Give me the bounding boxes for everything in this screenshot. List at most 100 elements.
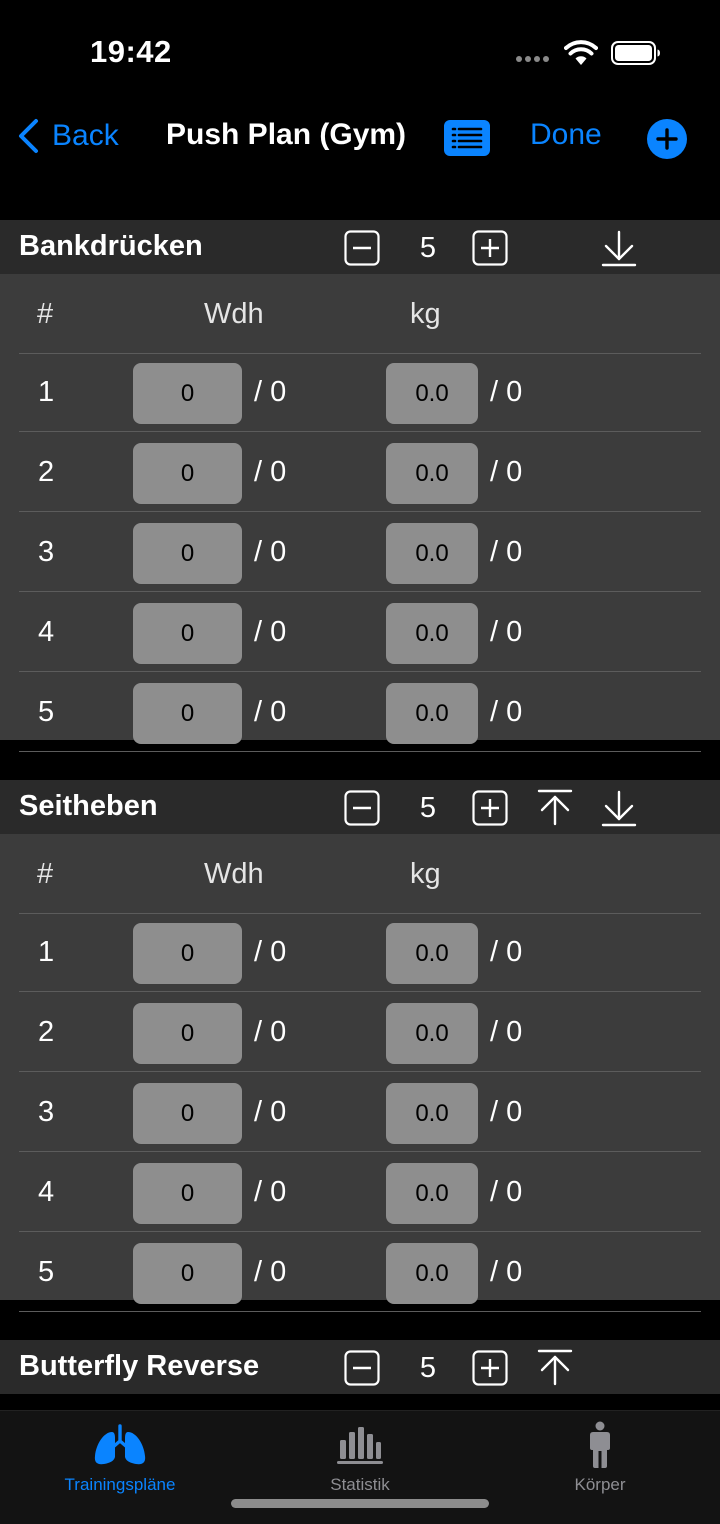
tab-koerper[interactable]: Körper — [480, 1411, 720, 1501]
decrease-sets-button[interactable] — [344, 790, 380, 826]
increase-sets-button[interactable] — [472, 790, 508, 826]
list-view-button[interactable] — [444, 120, 490, 156]
status-time: 19:42 — [90, 34, 172, 69]
move-down-button[interactable] — [600, 228, 638, 268]
set-number: 4 — [38, 1176, 55, 1208]
reps-target: / 0 — [254, 616, 287, 648]
weight-target: / 0 — [490, 1096, 523, 1128]
weight-target: / 0 — [490, 1016, 523, 1048]
column-header-reps: Wdh — [204, 858, 264, 890]
tab-statistik[interactable]: Statistik — [240, 1411, 480, 1501]
tab-trainingsplaene[interactable]: Trainingspläne — [0, 1411, 240, 1501]
cellular-signal-icon — [516, 56, 549, 62]
weight-input[interactable]: 0.0 — [386, 523, 478, 584]
done-button[interactable]: Done — [530, 118, 602, 152]
table-row: 4 0 / 0 0.0 / 0 — [19, 1152, 701, 1232]
reps-input[interactable]: 0 — [133, 363, 242, 424]
reps-target: / 0 — [254, 1016, 287, 1048]
reps-target: / 0 — [254, 1096, 287, 1128]
set-number: 1 — [38, 376, 55, 408]
weight-target: / 0 — [490, 1256, 523, 1288]
set-number: 2 — [38, 1016, 55, 1048]
exercise-name: Seitheben — [19, 790, 158, 822]
lungs-icon — [94, 1424, 146, 1465]
arrow-down-to-line-icon — [601, 230, 637, 267]
exercise-header: Butterfly Reverse 5 — [0, 1340, 720, 1394]
arrow-down-to-line-icon — [601, 790, 637, 827]
column-header-number: # — [37, 858, 54, 890]
weight-target: / 0 — [490, 536, 523, 568]
weight-target: / 0 — [490, 1176, 523, 1208]
wifi-icon — [564, 40, 598, 65]
home-indicator — [231, 1499, 489, 1508]
minus-square-icon — [344, 790, 380, 826]
exercise-header: Seitheben 5 — [0, 780, 720, 834]
sets-table: # Wdh kg 1 0 / 0 0.0 / 0 2 0 / 0 0.0 / 0… — [0, 274, 720, 752]
back-label: Back — [52, 119, 119, 152]
table-row: 5 0 / 0 0.0 / 0 — [19, 1232, 701, 1312]
decrease-sets-button[interactable] — [344, 1350, 380, 1386]
weight-target: / 0 — [490, 936, 523, 968]
navigation-bar: Back Push Plan (Gym) Done — [0, 100, 720, 180]
move-down-button[interactable] — [600, 788, 638, 828]
weight-input[interactable]: 0.0 — [386, 1083, 478, 1144]
reps-input[interactable]: 0 — [133, 603, 242, 664]
weight-input[interactable]: 0.0 — [386, 1003, 478, 1064]
weight-input[interactable]: 0.0 — [386, 443, 478, 504]
reps-target: / 0 — [254, 936, 287, 968]
minus-square-icon — [344, 230, 380, 266]
reps-input[interactable]: 0 — [133, 683, 242, 744]
exercise-card: Butterfly Reverse 5 — [0, 1340, 720, 1394]
table-row: 2 0 / 0 0.0 / 0 — [19, 992, 701, 1072]
bar-chart-icon — [337, 1427, 383, 1464]
set-count: 5 — [419, 1352, 437, 1384]
weight-input[interactable]: 0.0 — [386, 363, 478, 424]
reps-target: / 0 — [254, 1176, 287, 1208]
plus-square-icon — [472, 1350, 508, 1386]
person-icon — [590, 1421, 610, 1468]
exercise-list[interactable]: Bankdrücken 5 # Wdh kg 1 0 / 0 0.0 / 0 2… — [0, 180, 720, 1410]
reps-input[interactable]: 0 — [133, 1003, 242, 1064]
weight-target: / 0 — [490, 376, 523, 408]
reps-input[interactable]: 0 — [133, 523, 242, 584]
decrease-sets-button[interactable] — [344, 230, 380, 266]
sets-table: # Wdh kg 1 0 / 0 0.0 / 0 2 0 / 0 0.0 / 0… — [0, 834, 720, 1312]
reps-input[interactable]: 0 — [133, 1083, 242, 1144]
increase-sets-button[interactable] — [472, 230, 508, 266]
column-header-kg: kg — [410, 298, 441, 330]
exercise-card: Seitheben 5 # Wdh kg 1 0 / 0 0.0 / 0 2 0… — [0, 780, 720, 1312]
chevron-left-icon — [19, 119, 38, 153]
reps-input[interactable]: 0 — [133, 1163, 242, 1224]
table-row: 5 0 / 0 0.0 / 0 — [19, 672, 701, 752]
reps-target: / 0 — [254, 376, 287, 408]
set-number: 2 — [38, 456, 55, 488]
plus-square-icon — [472, 230, 508, 266]
table-row: 1 0 / 0 0.0 / 0 — [19, 912, 701, 992]
table-row: 4 0 / 0 0.0 / 0 — [19, 592, 701, 672]
weight-input[interactable]: 0.0 — [386, 683, 478, 744]
add-exercise-button[interactable] — [647, 119, 687, 159]
reps-input[interactable]: 0 — [133, 923, 242, 984]
move-up-button[interactable] — [536, 1348, 574, 1388]
plus-circle-icon — [656, 128, 678, 150]
table-row: 2 0 / 0 0.0 / 0 — [19, 432, 701, 512]
weight-target: / 0 — [490, 616, 523, 648]
set-number: 3 — [38, 536, 55, 568]
reps-input[interactable]: 0 — [133, 1243, 242, 1304]
reps-target: / 0 — [254, 696, 287, 728]
weight-input[interactable]: 0.0 — [386, 1243, 478, 1304]
reps-input[interactable]: 0 — [133, 443, 242, 504]
exercise-name: Butterfly Reverse — [19, 1350, 260, 1382]
weight-input[interactable]: 0.0 — [386, 1163, 478, 1224]
column-header-number: # — [37, 298, 54, 330]
weight-target: / 0 — [490, 456, 523, 488]
plus-square-icon — [472, 790, 508, 826]
page-title: Push Plan (Gym) — [166, 118, 407, 151]
move-up-button[interactable] — [536, 788, 574, 828]
increase-sets-button[interactable] — [472, 1350, 508, 1386]
battery-icon — [611, 41, 660, 65]
back-button[interactable]: Back — [16, 116, 119, 156]
weight-input[interactable]: 0.0 — [386, 603, 478, 664]
exercise-name: Bankdrücken — [19, 230, 203, 262]
weight-input[interactable]: 0.0 — [386, 923, 478, 984]
